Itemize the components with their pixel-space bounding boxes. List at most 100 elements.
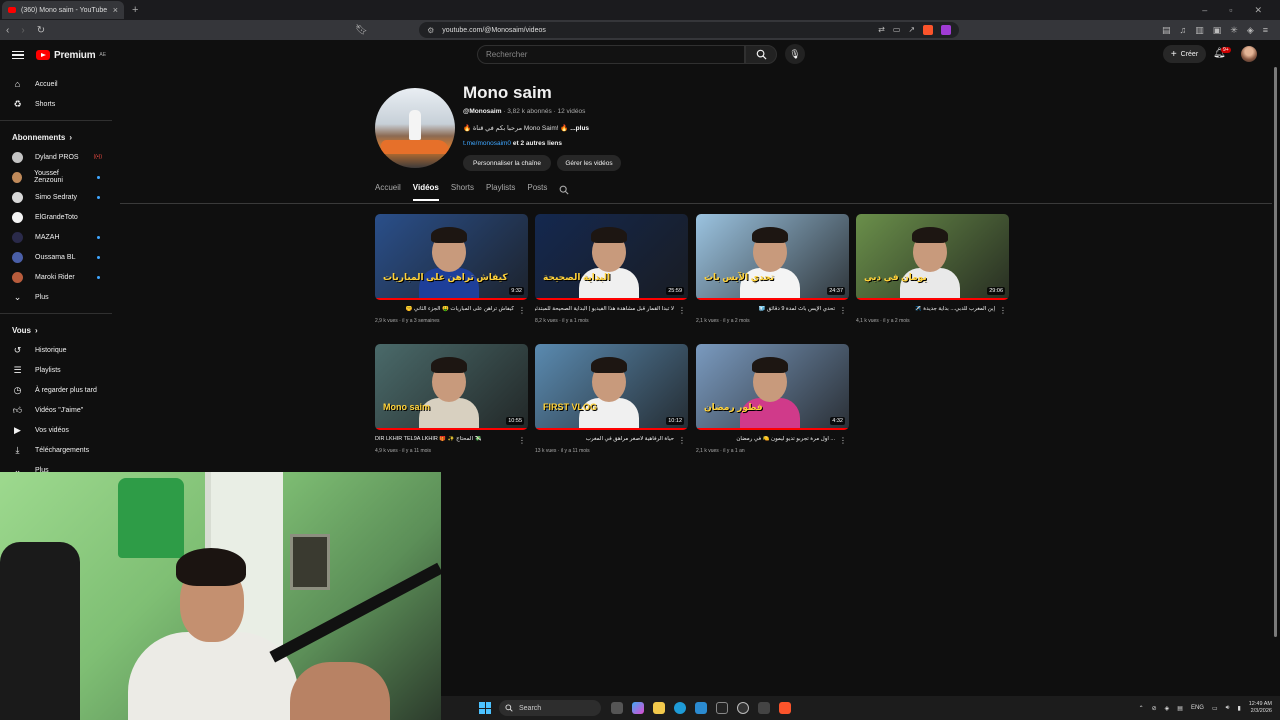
- obs-icon[interactable]: [737, 702, 749, 714]
- video-thumbnail[interactable]: FIRST VLOG 10:12: [535, 344, 688, 430]
- video-card[interactable]: البداية الصحيحة 25:59 لا تبدا القمار قبل م…: [535, 214, 688, 324]
- account-avatar[interactable]: [1241, 46, 1257, 62]
- panel-icon[interactable]: ▥: [1195, 25, 1204, 36]
- sidebar-item-your-videos[interactable]: ▶ Vos vidéos: [0, 420, 112, 440]
- task-view-icon[interactable]: [611, 702, 623, 714]
- description-more[interactable]: ...plus: [570, 125, 589, 132]
- sidebar-item-subscription[interactable]: Dyland PROS ((•)): [0, 147, 112, 167]
- manage-videos-button[interactable]: Gérer les vidéos: [557, 155, 621, 171]
- sidebar-item-subscription[interactable]: Youssef Zenzouni: [0, 167, 112, 187]
- sidebar-item-subscription[interactable]: Maroki Rider: [0, 267, 112, 287]
- customize-channel-button[interactable]: Personnaliser la chaîne: [463, 155, 551, 171]
- youtube-logo[interactable]: Premium AE: [36, 50, 106, 61]
- video-title[interactable]: لا تبدا القمار قبل مشاهدة هذا الفيديو | …: [535, 306, 688, 314]
- sidebar-item-downloads[interactable]: ⤓ Téléchargements: [0, 440, 112, 460]
- file-explorer-icon[interactable]: [653, 702, 665, 714]
- store-icon[interactable]: [695, 702, 707, 714]
- copilot-icon[interactable]: [632, 702, 644, 714]
- capcut-icon[interactable]: [716, 702, 728, 714]
- display-icon[interactable]: ▭: [1212, 705, 1218, 712]
- forward-icon[interactable]: ›: [21, 25, 24, 36]
- more-options-icon[interactable]: ⋮: [839, 436, 847, 445]
- more-options-icon[interactable]: ⋮: [518, 306, 526, 315]
- video-card[interactable]: تحدي الآيس باث 24:37 تحدي الإيس باث لمدة 9…: [696, 214, 849, 324]
- tray-chevron-icon[interactable]: ⌃: [1139, 705, 1144, 712]
- sidebar-item-shorts[interactable]: ♻︎ Shorts: [0, 94, 112, 114]
- video-title[interactable]: إبن المغرب للدبي... بداية جديدة ✈️: [856, 306, 1009, 314]
- tab-playlists[interactable]: Playlists: [486, 183, 515, 201]
- sidebar-item-liked-videos[interactable]: 👍︎ Vidéos "J'aime": [0, 400, 112, 420]
- subscriptions-heading[interactable]: Abonnements ›: [0, 127, 112, 147]
- video-title[interactable]: ... أول مرة تجربو تديو ليمون 🍋 في رمضان: [696, 436, 849, 444]
- video-thumbnail[interactable]: البداية الصحيحة 25:59: [535, 214, 688, 300]
- more-options-icon[interactable]: ⋮: [678, 306, 686, 315]
- video-title[interactable]: DIR LKHIR TEL9A LKHIR 🎁 ✨ المحتاج 💸: [375, 436, 528, 444]
- video-card[interactable]: كيفاش تراهن على المباريات 9:32 كيفاش تراهن…: [375, 214, 528, 324]
- sidebar-item-playlists[interactable]: ☰ Playlists: [0, 360, 112, 380]
- more-options-icon[interactable]: ⋮: [839, 306, 847, 315]
- bookmark-icon[interactable]: 🔖︎: [355, 25, 368, 36]
- video-card[interactable]: فطور رمضان 4:32 ... أول مرة تجربو تديو ليم…: [696, 344, 849, 454]
- language-indicator[interactable]: ENG: [1191, 705, 1204, 711]
- sidebar-item-watch-later[interactable]: ◷ À regarder plus tard: [0, 380, 112, 400]
- reload-icon[interactable]: ↻: [37, 25, 45, 36]
- windows-start-icon[interactable]: [479, 702, 491, 714]
- brave-shield-icon[interactable]: [923, 25, 934, 35]
- app-icon[interactable]: [758, 702, 770, 714]
- minimize-icon[interactable]: –: [1202, 5, 1207, 16]
- battery-icon[interactable]: ▮: [1237, 705, 1240, 712]
- close-window-icon[interactable]: ✕: [1254, 5, 1262, 16]
- channel-links[interactable]: t.me/monosaim0 et 2 autres liens: [463, 140, 562, 147]
- tray-app-icon[interactable]: ◈: [1165, 705, 1170, 712]
- music-icon[interactable]: ♫: [1179, 25, 1186, 36]
- sidebar-item-subscription[interactable]: ElGrandeToto: [0, 207, 112, 227]
- menu-icon[interactable]: ≡: [1263, 25, 1268, 36]
- video-card[interactable]: Mono saim 10:55 DIR LKHIR TEL9A LKHIR 🎁 ✨ …: [375, 344, 528, 454]
- maximize-icon[interactable]: ▫: [1229, 5, 1232, 16]
- voice-search-button[interactable]: 🎙︎: [785, 44, 805, 64]
- sidebar-item-history[interactable]: ↺ Historique: [0, 340, 112, 360]
- cast-icon[interactable]: ▭: [893, 25, 901, 35]
- tray-app-icon[interactable]: ▤: [1177, 705, 1183, 712]
- browser-tab[interactable]: (360) Mono saim - YouTube ×: [2, 1, 124, 19]
- brave-icon[interactable]: [779, 702, 791, 714]
- channel-link[interactable]: t.me/monosaim0: [463, 140, 511, 147]
- page-scrollbar[interactable]: [1273, 45, 1278, 695]
- more-links[interactable]: et 2 autres liens: [511, 140, 562, 147]
- taskbar-search[interactable]: Search: [499, 700, 601, 716]
- video-thumbnail[interactable]: تحدي الآيس باث 24:37: [696, 214, 849, 300]
- brave-rewards-icon[interactable]: [941, 25, 952, 35]
- network-icon[interactable]: ⊘: [1152, 705, 1157, 712]
- close-tab-icon[interactable]: ×: [113, 5, 118, 15]
- translate-icon[interactable]: ⇄: [878, 25, 885, 35]
- video-thumbnail[interactable]: يومان في دبي 29:06: [856, 214, 1009, 300]
- clock[interactable]: 12:49 AM 2/3/2026: [1249, 701, 1272, 715]
- video-title[interactable]: حياة الرفاهية لأصغر مراهق في المغرب: [535, 436, 688, 444]
- video-title[interactable]: كيفاش تراهن على المباريات 🤑 الجزء الثاني…: [375, 306, 528, 314]
- url-field[interactable]: ⚙︎ youtube.com/@Monosaim/videos ⇄ ▭ ↗: [419, 22, 960, 38]
- search-input[interactable]: Rechercher: [477, 45, 745, 64]
- hamburger-menu-icon[interactable]: [12, 50, 24, 60]
- volume-icon[interactable]: 🔊︎: [1226, 705, 1230, 712]
- search-button[interactable]: [745, 45, 777, 64]
- site-info-icon[interactable]: ⚙︎: [427, 26, 434, 35]
- create-button[interactable]: + Créer: [1163, 45, 1206, 63]
- video-title[interactable]: تحدي الإيس باث لمدة 9 دقائق 🧊: [696, 306, 849, 314]
- video-thumbnail[interactable]: Mono saim 10:55: [375, 344, 528, 430]
- video-thumbnail[interactable]: كيفاش تراهن على المباريات 9:32: [375, 214, 528, 300]
- sidebar-item-show-more[interactable]: ⌄ Plus: [0, 287, 112, 307]
- extensions-icon[interactable]: ✳: [1230, 25, 1238, 36]
- sidebar-item-subscription[interactable]: MAZAH: [0, 227, 112, 247]
- edge-icon[interactable]: [674, 702, 686, 714]
- more-options-icon[interactable]: ⋮: [518, 436, 526, 445]
- tab-shorts[interactable]: Shorts: [451, 183, 474, 201]
- you-heading[interactable]: Vous ›: [0, 320, 112, 340]
- scrollbar-thumb[interactable]: [1274, 67, 1277, 637]
- video-card[interactable]: يومان في دبي 29:06 إبن المغرب للدبي... بدا…: [856, 214, 1009, 324]
- more-options-icon[interactable]: ⋮: [999, 306, 1007, 315]
- video-card[interactable]: FIRST VLOG 10:12 حياة الرفاهية لأصغر مراهق…: [535, 344, 688, 454]
- wallet-icon[interactable]: ▣: [1213, 25, 1222, 36]
- tab-home[interactable]: Accueil: [375, 183, 401, 201]
- new-tab-icon[interactable]: +: [132, 4, 138, 16]
- channel-description[interactable]: 🔥 مرحبا بكم في قناة Mono Saim! 🔥 ...plus: [463, 124, 589, 132]
